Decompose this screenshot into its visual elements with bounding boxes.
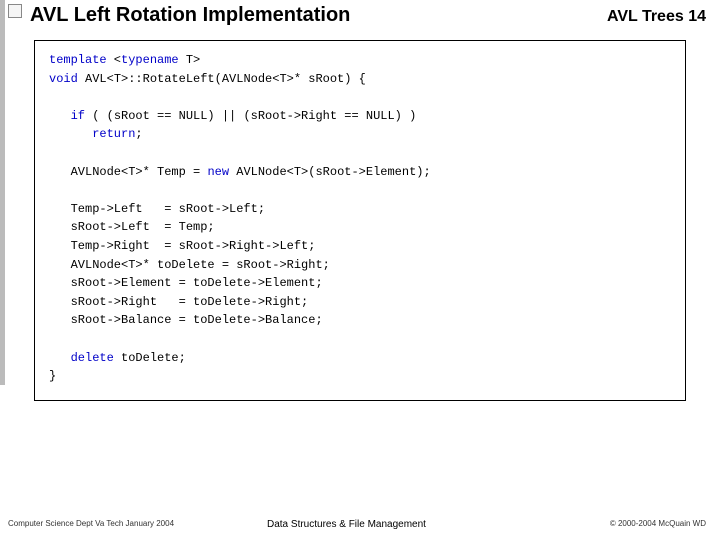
code-line: sRoot->Element = toDelete->Element; (49, 276, 323, 290)
kw-delete: delete (49, 351, 114, 365)
slide-footer: Computer Science Dept Va Tech January 20… (8, 519, 706, 528)
code-text: ; (135, 127, 142, 141)
code-text: < (107, 53, 121, 67)
kw-new: new (207, 165, 229, 179)
code-line: sRoot->Left = Temp; (49, 220, 215, 234)
kw-return: return (49, 127, 135, 141)
page-label: AVL Trees 14 (607, 8, 706, 26)
tab-marker (8, 4, 22, 18)
code-line: Temp->Left = sRoot->Left; (49, 202, 265, 216)
code-line: sRoot->Right = toDelete->Right; (49, 295, 308, 309)
kw-void: void (49, 72, 78, 86)
code-box: template <typename T> void AVL<T>::Rotat… (34, 40, 686, 401)
kw-typename: typename (121, 53, 179, 67)
code-text: ( (sRoot == NULL) || (sRoot->Right == NU… (85, 109, 416, 123)
code-close: } (49, 369, 56, 383)
code-text: toDelete; (114, 351, 186, 365)
slide-header: AVL Left Rotation Implementation AVL Tre… (30, 4, 706, 27)
side-rule (0, 0, 5, 385)
code-text: AVL<T>::RotateLeft(AVLNode<T>* sRoot) { (78, 72, 366, 86)
code-text: AVLNode<T>* Temp = (49, 165, 207, 179)
code-text: AVLNode<T>(sRoot->Element); (229, 165, 431, 179)
footer-left: Computer Science Dept Va Tech January 20… (8, 519, 174, 528)
kw-template: template (49, 53, 107, 67)
code-text: T> (179, 53, 201, 67)
code-line: AVLNode<T>* toDelete = sRoot->Right; (49, 258, 330, 272)
code-line: sRoot->Balance = toDelete->Balance; (49, 313, 323, 327)
footer-center: Data Structures & File Management (267, 519, 426, 530)
slide-title: AVL Left Rotation Implementation (30, 4, 350, 27)
footer-right: © 2000-2004 McQuain WD (610, 519, 706, 528)
code-line: Temp->Right = sRoot->Right->Left; (49, 239, 315, 253)
kw-if: if (49, 109, 85, 123)
